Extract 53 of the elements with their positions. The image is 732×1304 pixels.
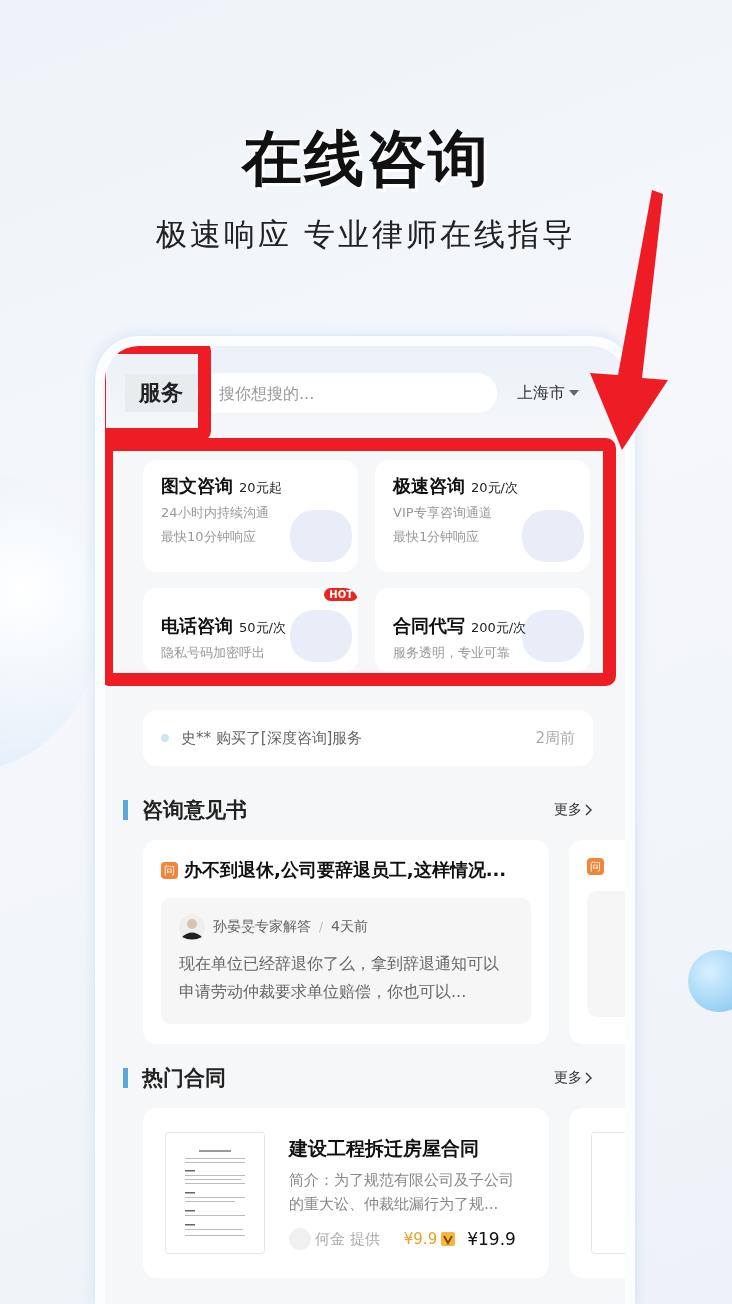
question-tag: 问 [161,861,178,879]
service-description: 最快10分钟响应 [161,528,257,546]
service-title: 图文咨询 [161,474,233,498]
section-title: 热门合同 [142,1065,227,1092]
service-price: 20元起 [239,479,282,497]
service-description: VIP专享咨询通道 [393,504,493,522]
service-card[interactable]: 极速咨询 20元/次 VIP专享咨询通道 最快1分钟响应 [375,460,590,572]
service-title: 合同代写 [393,614,465,638]
notice-time: 2周前 [535,728,575,748]
subtitle: 极速响应 专业律师在线指导 [155,215,577,254]
provider-label: 何金 提供 [315,1229,380,1249]
city-selector[interactable]: 上海市 [517,382,565,404]
question-tag: 问 [587,858,604,875]
service-description: 24小时内持续沟通 [161,504,270,522]
question-title: 办不到退休,公司要辞退员工,这样情况... [184,858,507,882]
expert-name: 孙晏旻专家解答 [213,918,311,936]
service-tab[interactable]: 服务 [125,374,197,412]
sphere-drawing [688,950,732,1012]
caret-icon [569,389,579,397]
service-card[interactable]: 合同代写 200元/次 服务透明，专业可靠 [375,588,590,672]
contract-price: ¥19.9 [467,1229,516,1249]
service-card[interactable]: 图文咨询 20元起 24小时内持续沟通 最快10分钟响应 [143,460,358,572]
search-field[interactable]: 搜你想搜的... [197,373,497,413]
service-description: 最快1分钟响应 [393,528,481,546]
member-price: ¥9.9 [403,1230,438,1248]
service-price: 20元/次 [471,479,518,497]
more-link[interactable]: 更多 [554,801,593,819]
service-description: 服务透明，专业可靠 [393,644,511,662]
more-link[interactable]: 更多 [554,1069,593,1087]
contract-title: 建设工程拆迁房屋合同 [289,1136,480,1161]
chevron-icon [585,1072,593,1084]
section-marker [123,800,128,820]
service-card[interactable]: 电话咨询 50元/次 隐私号码加密呼出 HOT [143,588,358,672]
opinion-card[interactable]: 问 办不到退休,公司要辞退员工,这样情况... 孙晏旻专家解答 / 4天前 现在单位已经辞退你了么，拿到辞退通知可以申请劳动仲裁要求单位赔偿，你也可以... [143,840,549,1044]
answer-time: 4天前 [331,918,368,936]
vip-icon [441,1232,456,1246]
hot-badge: HOT [324,588,358,601]
contract-summary: 简介：为了规范有限公司及子公司的重大讼、仲裁纰漏行为了规... [289,1170,515,1215]
answer-text: 现在单位已经辞退你了么，拿到辞退通知可以申请劳动仲裁要求单位赔偿，你也可以... [179,953,500,1003]
service-price: 50元/次 [239,619,286,637]
section-title: 咨询意见书 [142,797,248,824]
headline: 在线咨询 [242,122,490,195]
separator: / [319,920,324,934]
avatar [179,914,205,940]
chevron-icon [585,804,593,816]
service-title: 电话咨询 [161,614,233,638]
service-description: 隐私号码加密呼出 [161,644,266,662]
service-price: 200元/次 [471,619,527,637]
dot-icon [161,734,169,742]
notice-text: 史** 购买了[深度咨询]服务 [181,728,364,748]
contract-card[interactable]: 建设工程拆迁房屋合同 简介：为了规范有限公司及子公司的重大讼、仲裁纰漏行为了规... 何金 提供 ¥9.9 ¥19.9 [143,1108,549,1278]
section-marker [123,1068,128,1088]
service-title: 极速咨询 [393,474,465,498]
